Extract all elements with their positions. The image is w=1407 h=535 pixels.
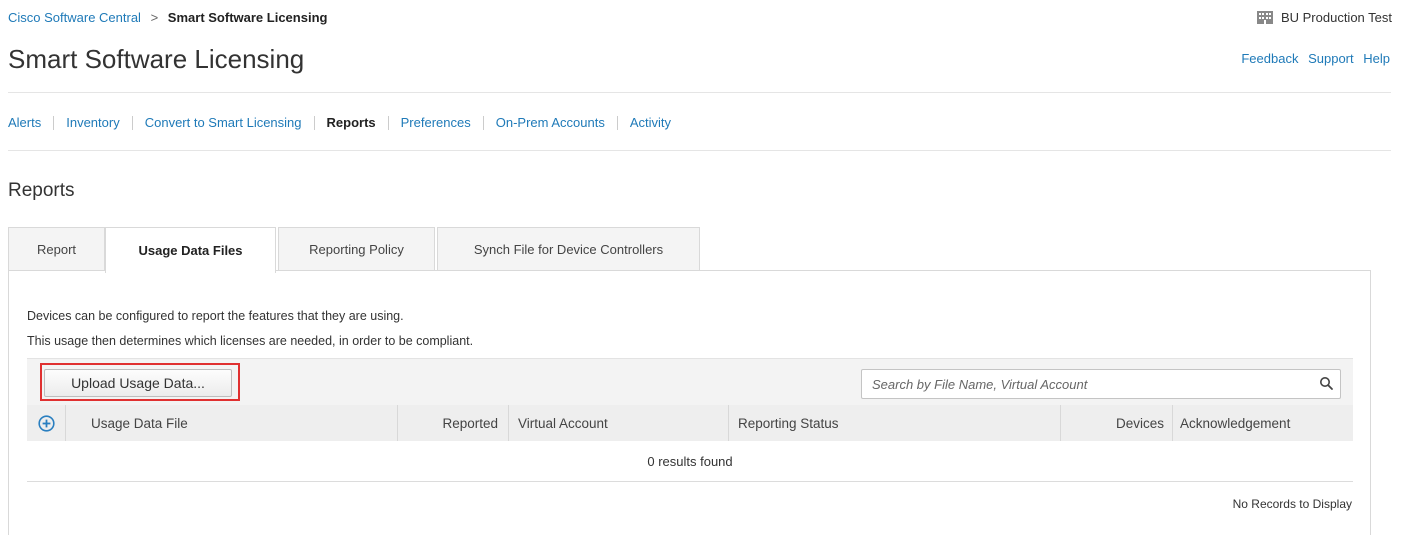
nav-activity[interactable]: Activity: [630, 115, 671, 130]
nav-preferences[interactable]: Preferences: [401, 115, 471, 130]
nav-on-prem-accounts[interactable]: On-Prem Accounts: [496, 115, 605, 130]
nav-separator: [313, 115, 315, 130]
breadcrumb-current: Smart Software Licensing: [167, 10, 328, 25]
breadcrumb: Cisco Software Central > Smart Software …: [8, 10, 327, 25]
results-count: 0 results found: [27, 441, 1353, 482]
support-link[interactable]: Support: [1308, 51, 1354, 66]
header-divider: [8, 92, 1391, 93]
building-icon: [1256, 11, 1273, 24]
panel-description-line-1: Devices can be configured to report the …: [27, 309, 404, 323]
account-name: BU Production Test: [1280, 10, 1392, 25]
column-reported[interactable]: Reported: [397, 405, 508, 441]
tab-synch-file-for-device-controllers[interactable]: Synch File for Device Controllers: [437, 227, 700, 271]
tab-reporting-policy[interactable]: Reporting Policy: [278, 227, 435, 271]
nav-inventory[interactable]: Inventory: [66, 115, 119, 130]
search-input[interactable]: [862, 370, 1312, 398]
help-link[interactable]: Help: [1363, 51, 1390, 66]
tab-usage-data-files[interactable]: Usage Data Files: [105, 227, 276, 273]
column-usage-data-file[interactable]: Usage Data File: [65, 405, 397, 441]
tab-report[interactable]: Report: [8, 227, 105, 271]
expand-all-cell: [27, 405, 65, 441]
nav-separator: [387, 115, 389, 130]
nav-separator: [53, 115, 55, 130]
search-box: [861, 369, 1341, 399]
section-title: Reports: [8, 180, 75, 201]
table-header: Usage Data File Reported Virtual Account…: [27, 405, 1353, 441]
nav-separator: [131, 115, 133, 130]
table-toolbar: Upload Usage Data...: [27, 358, 1353, 405]
column-acknowledgement[interactable]: Acknowledgement: [1172, 405, 1353, 441]
breadcrumb-separator: >: [150, 10, 159, 25]
nav-separator: [482, 115, 484, 130]
nav-reports[interactable]: Reports: [327, 115, 376, 130]
nav-separator: [616, 115, 618, 130]
panel-description-line-2: This usage then determines which license…: [27, 334, 474, 348]
account-selector[interactable]: BU Production Test: [1256, 10, 1392, 25]
plus-circle-icon[interactable]: [37, 414, 55, 432]
usage-data-files-panel: Devices can be configured to report the …: [8, 270, 1371, 535]
column-devices[interactable]: Devices: [1060, 405, 1172, 441]
feedback-link[interactable]: Feedback: [1241, 51, 1298, 66]
column-virtual-account[interactable]: Virtual Account: [508, 405, 728, 441]
nav-divider: [8, 150, 1391, 151]
no-records-message: No Records to Display: [1232, 497, 1352, 511]
search-icon[interactable]: [1319, 376, 1334, 391]
nav-alerts[interactable]: Alerts: [8, 115, 41, 130]
upload-usage-data-button[interactable]: Upload Usage Data...: [44, 369, 232, 397]
page-title: Smart Software Licensing: [8, 44, 305, 74]
main-nav: Alerts Inventory Convert to Smart Licens…: [8, 115, 671, 130]
header-links: Feedback Support Help: [1235, 51, 1390, 66]
column-reporting-status[interactable]: Reporting Status: [728, 405, 1060, 441]
nav-convert-to-smart-licensing[interactable]: Convert to Smart Licensing: [145, 115, 302, 130]
breadcrumb-cisco-software-central[interactable]: Cisco Software Central: [8, 10, 141, 25]
